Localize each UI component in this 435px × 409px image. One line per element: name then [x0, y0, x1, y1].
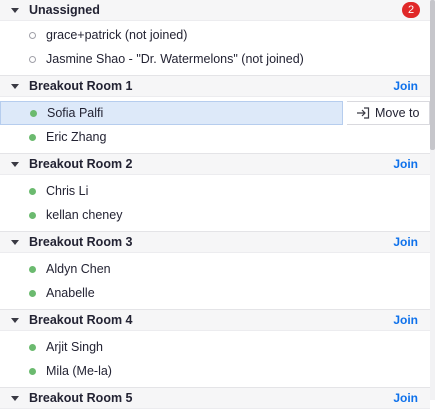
online-status-icon [29, 265, 36, 273]
room-header[interactable]: Breakout Room 2 Join [0, 153, 430, 175]
member-name: kellan cheney [46, 208, 123, 222]
room-member[interactable]: Mila (Me-la) [0, 359, 435, 383]
room-header[interactable]: Breakout Room 3 Join [0, 231, 430, 253]
room-member[interactable]: kellan cheney [0, 203, 435, 227]
room-title: Breakout Room 3 [29, 235, 133, 249]
room-title: Breakout Room 5 [29, 391, 133, 405]
online-status-icon [30, 109, 37, 117]
room-member[interactable]: Aldyn Chen [0, 257, 435, 281]
member-name: Jasmine Shao - "Dr. Watermelons" (not jo… [46, 52, 304, 66]
room-title: Breakout Room 2 [29, 157, 133, 171]
member-name: grace+patrick (not joined) [46, 28, 188, 42]
online-status-icon [29, 343, 36, 351]
not-joined-status-icon [29, 55, 36, 63]
move-to-label: Move to [375, 106, 420, 120]
join-room-button[interactable]: Join [393, 391, 418, 405]
room-header[interactable]: Breakout Room 1 Join [0, 75, 430, 97]
not-joined-status-icon [29, 31, 36, 39]
room-member-selected[interactable]: Sofia Palfi [0, 101, 343, 125]
vertical-scrollbar[interactable] [430, 0, 435, 400]
member-name: Mila (Me-la) [46, 364, 112, 378]
group-title: Unassigned [29, 3, 100, 17]
room-member[interactable]: Chris Li [0, 179, 435, 203]
online-status-icon [29, 187, 36, 195]
room-header[interactable]: Breakout Room 4 Join [0, 309, 430, 331]
member-name: Anabelle [46, 286, 95, 300]
online-status-icon [29, 367, 36, 375]
room-title: Breakout Room 4 [29, 313, 133, 327]
room-title: Breakout Room 1 [29, 79, 133, 93]
online-status-icon [29, 211, 36, 219]
online-status-icon [29, 289, 36, 297]
move-to-icon [357, 107, 370, 119]
member-name: Arjit Singh [46, 340, 103, 354]
collapse-caret-icon[interactable] [11, 7, 19, 13]
member-name: Chris Li [46, 184, 89, 198]
join-room-button[interactable]: Join [393, 157, 418, 171]
room-member[interactable]: Eric Zhang [0, 125, 435, 149]
member-name: Aldyn Chen [46, 262, 111, 276]
member-name: Sofia Palfi [47, 106, 104, 120]
unassigned-count-badge: 2 [402, 2, 420, 18]
unassigned-member[interactable]: Jasmine Shao - "Dr. Watermelons" (not jo… [0, 47, 435, 71]
unassigned-member[interactable]: grace+patrick (not joined) [0, 23, 435, 47]
join-room-button[interactable]: Join [393, 235, 418, 249]
member-name: Eric Zhang [46, 130, 107, 144]
room-member[interactable]: Arjit Singh [0, 335, 435, 359]
room-header[interactable]: Breakout Room 5 Join [0, 387, 430, 409]
join-room-button[interactable]: Join [393, 79, 418, 93]
collapse-caret-icon[interactable] [11, 239, 19, 245]
online-status-icon [29, 133, 36, 141]
collapse-caret-icon[interactable] [11, 161, 19, 167]
move-to-button[interactable]: Move to [347, 101, 430, 125]
scrollbar-thumb[interactable] [430, 0, 435, 150]
collapse-caret-icon[interactable] [11, 83, 19, 89]
room-member[interactable]: Anabelle [0, 281, 435, 305]
unassigned-header[interactable]: Unassigned 2 [0, 0, 430, 21]
collapse-caret-icon[interactable] [11, 317, 19, 323]
join-room-button[interactable]: Join [393, 313, 418, 327]
